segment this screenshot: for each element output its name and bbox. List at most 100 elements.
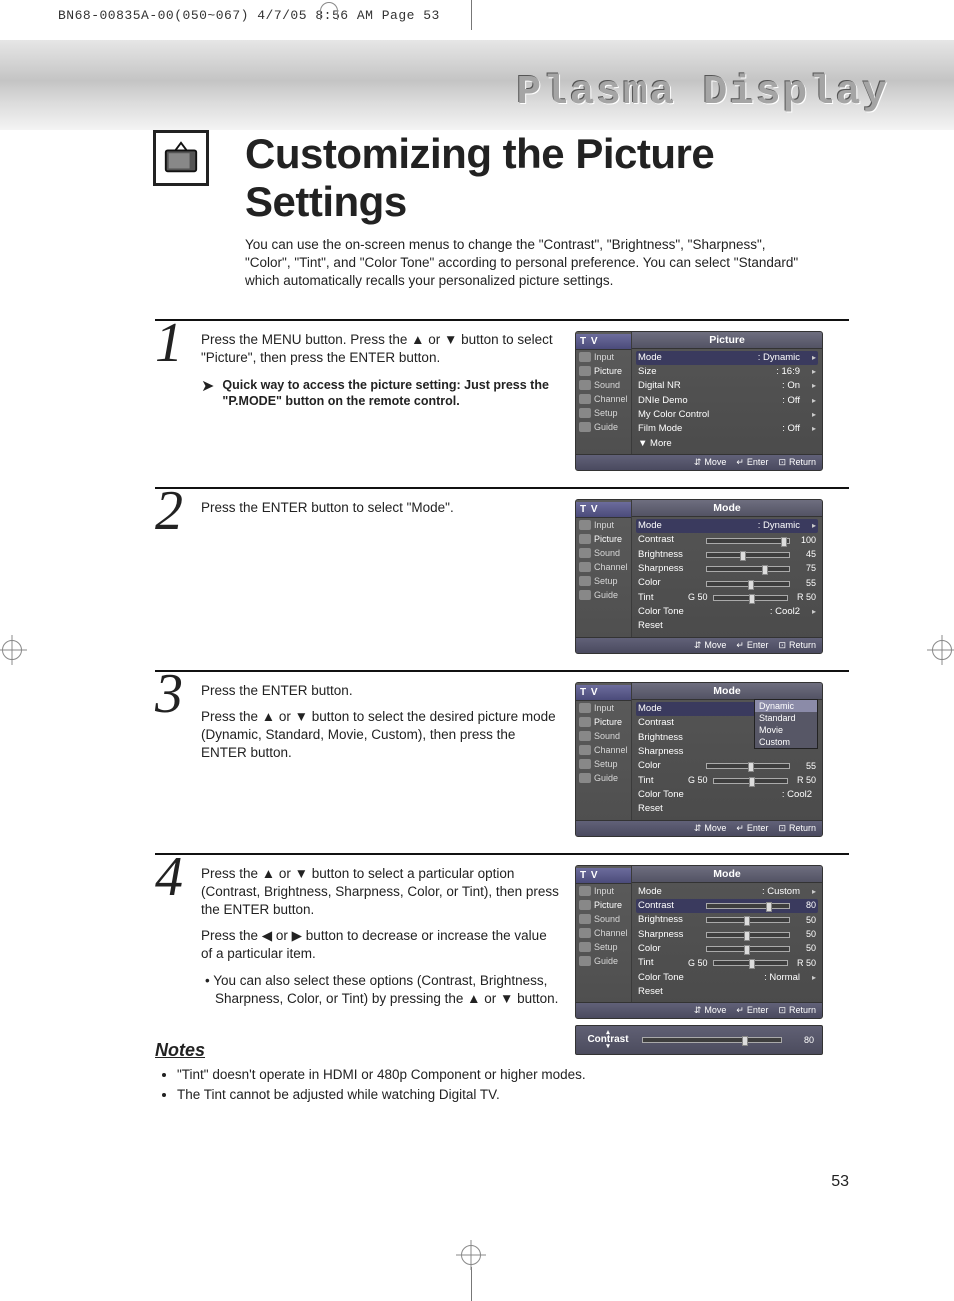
step-1: 1 Press the MENU button. Press the ▲ or … [155,319,849,487]
osd-row[interactable]: Color 55 [636,576,818,590]
osd-side-item[interactable]: Channel [576,392,631,406]
osd-side-item[interactable]: Setup [576,940,631,954]
crop-mark-icon [461,1245,481,1265]
osd-mode-menu: T V InputPictureSoundChannelSetupGuide M… [575,499,823,654]
osd-mode-dropdown[interactable]: DynamicStandardMovieCustom [754,699,818,749]
tip-arrow-icon: ➤ [201,379,214,395]
osd-side-item[interactable]: Picture [576,364,631,378]
osd-row[interactable]: My Color Control [636,408,818,422]
osd-side-item[interactable]: Setup [576,757,631,771]
osd-row[interactable]: Mode: Custom [636,885,818,899]
step-bullet: You can also select these options (Contr… [201,972,561,1008]
quick-tip: Quick way to access the picture setting:… [222,377,561,410]
osd-side-item[interactable]: Input [576,884,631,898]
osd-row[interactable]: Sharpness 50 [636,928,818,942]
osd-row[interactable]: Tint G 50R 50 [636,774,818,788]
osd-tv-badge: T V [576,868,631,884]
osd-row[interactable]: Brightness 45 [636,548,818,562]
menu-category-icon [579,773,591,783]
osd-row[interactable]: Contrast 80 [636,899,818,913]
notes-section: Notes "Tint" doesn't operate in HDMI or … [155,1040,834,1104]
dropdown-option[interactable]: Standard [755,712,817,724]
menu-category-icon [579,928,591,938]
osd-mode-custom: T V InputPictureSoundChannelSetupGuide M… [575,865,823,1020]
osd-row[interactable]: Size: 16:9 [636,365,818,379]
osd-hint-move: Move [694,823,727,834]
osd-title: Mode [632,500,822,517]
osd-side-item[interactable]: Picture [576,532,631,546]
menu-category-icon [579,731,591,741]
osd-side-item[interactable]: Channel [576,926,631,940]
osd-row[interactable]: Color Tone: Cool2 [636,605,818,619]
osd-row[interactable]: ▼ More [636,437,818,451]
osd-hint-return: Return [778,640,816,651]
osd-row[interactable]: Tint G 50R 50 [636,591,818,605]
osd-row[interactable]: Reset [636,985,818,999]
osd-row[interactable]: Brightness 50 [636,913,818,927]
osd-row[interactable]: DNIe Demo: Off [636,394,818,408]
step-text: Press the ENTER button to select "Mode". [201,499,561,517]
osd-row[interactable]: Color Tone: Normal [636,971,818,985]
osd-side-item[interactable]: Setup [576,406,631,420]
step-number: 3 [155,666,183,722]
osd-side-item[interactable]: Setup [576,574,631,588]
osd-row[interactable]: Color Tone: Cool2 [636,788,818,802]
osd-side-item[interactable]: Sound [576,546,631,560]
menu-category-icon [579,717,591,727]
osd-row[interactable]: Contrast 100 [636,533,818,547]
step-4: 4 Press the ▲ or ▼ button to select a pa… [155,853,849,1071]
osd-side-item[interactable]: Picture [576,715,631,729]
osd-side-item[interactable]: Input [576,350,631,364]
menu-category-icon [579,422,591,432]
osd-side-item[interactable]: Sound [576,912,631,926]
osd-row[interactable]: Reset [636,619,818,633]
crop-mark-icon [932,640,952,660]
menu-category-icon [579,576,591,586]
osd-tv-badge: T V [576,334,631,350]
dropdown-option[interactable]: Movie [755,724,817,736]
osd-row[interactable]: Reset [636,802,818,816]
crop-mark-icon [2,640,22,660]
menu-category-icon [579,534,591,544]
osd-picture-menu: T V InputPictureSoundChannelSetupGuide P… [575,331,823,471]
osd-side-item[interactable]: Guide [576,588,631,602]
osd-side-item[interactable]: Guide [576,420,631,434]
osd-hint-move: Move [694,457,727,468]
osd-side-item[interactable]: Channel [576,560,631,574]
menu-category-icon [579,900,591,910]
osd-hint-enter: Enter [736,823,768,834]
step-number: 1 [155,315,183,371]
osd-hint-return: Return [778,457,816,468]
osd-row[interactable]: Mode: Dynamic [636,519,818,533]
menu-category-icon [579,352,591,362]
osd-side-item[interactable]: Channel [576,743,631,757]
osd-side-item[interactable]: Input [576,701,631,715]
osd-hint-move: Move [694,1005,727,1016]
menu-category-icon [579,548,591,558]
osd-row[interactable]: Tint G 50R 50 [636,956,818,970]
intro-paragraph: You can use the on-screen menus to chang… [245,236,805,291]
osd-row[interactable]: Color 55 [636,759,818,773]
osd-side-item[interactable]: Guide [576,771,631,785]
note-item: The Tint cannot be adjusted while watchi… [177,1085,834,1105]
watermark-text: Plasma Display [517,70,889,116]
osd-row[interactable]: Color 50 [636,942,818,956]
dropdown-option[interactable]: Dynamic [755,700,817,712]
osd-row[interactable]: Film Mode: Off [636,422,818,436]
osd-row[interactable]: Mode: Dynamic [636,351,818,365]
menu-category-icon [579,380,591,390]
osd-side-item[interactable]: Sound [576,378,631,392]
menu-category-icon [579,394,591,404]
dropdown-option[interactable]: Custom [755,736,817,748]
osd-tv-badge: T V [576,685,631,701]
osd-hint-enter: Enter [736,1005,768,1016]
menu-category-icon [579,759,591,769]
osd-row[interactable]: Sharpness 75 [636,562,818,576]
osd-side-item[interactable]: Sound [576,729,631,743]
osd-side-item[interactable]: Input [576,518,631,532]
osd-side-item[interactable]: Picture [576,898,631,912]
step-number: 2 [155,483,183,539]
step-text: Press the ENTER button. [201,682,561,700]
osd-side-item[interactable]: Guide [576,954,631,968]
osd-row[interactable]: Digital NR: On [636,379,818,393]
